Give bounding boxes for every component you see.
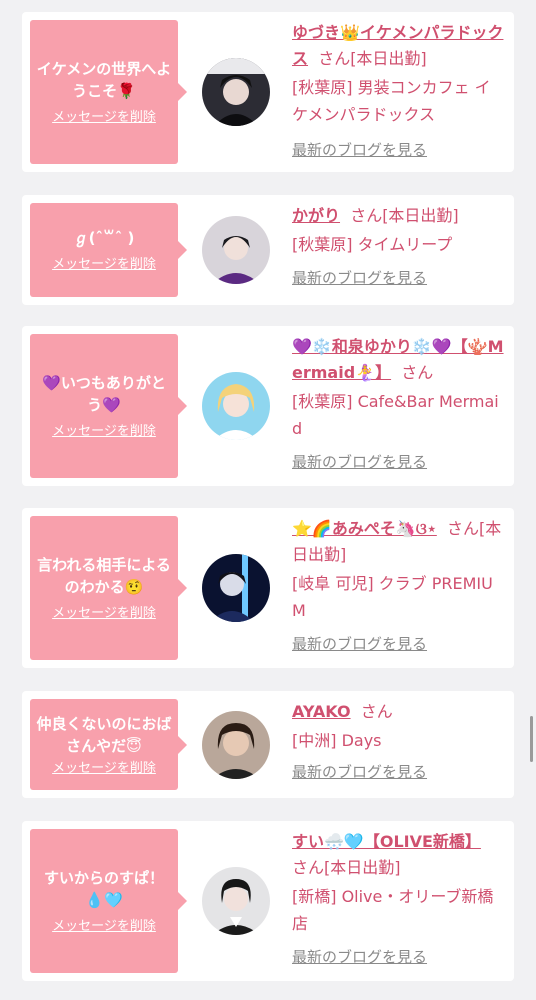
delete-message-link[interactable]: メッセージを削除 <box>52 257 156 273</box>
avatar[interactable] <box>202 711 270 779</box>
latest-blog-link[interactable]: 最新のブログを見る <box>292 762 427 782</box>
cast-info: ゆづき👑イケメンパラドックス さん[本日出勤] [秋葉原] 男装コンカフェ イケ… <box>292 20 504 160</box>
favorite-card: イケメンの世界へようこそ🌹 メッセージを削除 ゆづき👑イケメンパラドックス さん… <box>22 12 514 172</box>
latest-blog-link[interactable]: 最新のブログを見る <box>292 268 427 288</box>
avatar[interactable] <box>202 372 270 440</box>
favorite-card: 💜いつもありがとう💜 メッセージを削除 💜❄️和泉ゆかり❄️💜【🪸Mermaid… <box>22 326 514 486</box>
cast-suffix: さん <box>401 363 434 382</box>
latest-blog-link[interactable]: 最新のブログを見る <box>292 947 427 967</box>
message-text: 💜いつもありがとう💜 <box>42 374 166 414</box>
latest-blog-link[interactable]: 最新のブログを見る <box>292 140 427 160</box>
avatar[interactable] <box>202 867 270 935</box>
shop-text: [秋葉原] Cafe&Bar Mermaid <box>292 392 499 438</box>
delete-message-link[interactable]: メッセージを削除 <box>52 761 156 777</box>
avatar[interactable] <box>202 554 270 622</box>
message-text: 言われる相手によるのわかる🤨 <box>37 556 171 596</box>
shop-text: [秋葉原] タイムリープ <box>292 235 453 254</box>
favorite-card: 仲良くないのにおばさんやだ😇 メッセージを削除 AYAKO さん [中洲] Da… <box>22 691 514 798</box>
cast-info: 💜❄️和泉ゆかり❄️💜【🪸Mermaid🧜‍♀️】 さん [秋葉原] Cafe&… <box>292 334 504 472</box>
avatar[interactable] <box>202 216 270 284</box>
message-bubble: 💜いつもありがとう💜 メッセージを削除 <box>30 334 187 478</box>
message-text: すいからのすぱ！💧🩵 <box>43 869 164 909</box>
cast-name-link[interactable]: 💜❄️和泉ゆかり❄️💜【🪸Mermaid🧜‍♀️】 <box>292 337 504 382</box>
cast-name-link[interactable]: ⭐️🌈あみぺそ🦄ଓ⋆ <box>292 519 437 538</box>
scrollbar[interactable] <box>530 716 533 762</box>
cast-name-link[interactable]: すい🌨️🩵【OLIVE新橋】 <box>292 832 481 851</box>
favorite-card: ℊ(ˆ꒳ˆ ) メッセージを削除 かがり さん[本日出勤] [秋葉原] タイムリ… <box>22 195 514 305</box>
shop-text: [岐阜 可児] クラブ PREMIUM <box>292 574 493 620</box>
message-bubble: イケメンの世界へようこそ🌹 メッセージを削除 <box>30 20 187 164</box>
cast-suffix: さん[本日出勤] <box>292 858 401 877</box>
message-bubble: ℊ(ˆ꒳ˆ ) メッセージを削除 <box>30 203 187 297</box>
delete-message-link[interactable]: メッセージを削除 <box>52 424 156 440</box>
message-text: ℊ(ˆ꒳ˆ ) <box>73 229 135 247</box>
message-bubble: 言われる相手によるのわかる🤨 メッセージを削除 <box>30 516 187 660</box>
delete-message-link[interactable]: メッセージを削除 <box>52 919 156 935</box>
cast-suffix: さん[本日出勤] <box>318 49 427 68</box>
cast-name-link[interactable]: かがり <box>292 206 340 225</box>
cast-info: AYAKO さん [中洲] Days 最新のブログを見る <box>292 699 504 782</box>
latest-blog-link[interactable]: 最新のブログを見る <box>292 452 427 472</box>
delete-message-link[interactable]: メッセージを削除 <box>52 606 156 622</box>
cast-suffix: さん[本日出勤] <box>350 206 459 225</box>
message-text: イケメンの世界へようこそ🌹 <box>36 60 172 100</box>
message-text: 仲良くないのにおばさんやだ😇 <box>36 714 172 755</box>
shop-text: [新橋] Olive・オリーブ新橋店 <box>292 887 494 933</box>
shop-text: [中洲] Days <box>292 731 382 750</box>
avatar[interactable] <box>202 58 270 126</box>
cast-name-link[interactable]: AYAKO <box>292 702 351 721</box>
latest-blog-link[interactable]: 最新のブログを見る <box>292 634 427 654</box>
delete-message-link[interactable]: メッセージを削除 <box>52 110 156 126</box>
shop-text: [秋葉原] 男装コンカフェ イケメンパラドックス <box>292 78 491 124</box>
favorite-card: 言われる相手によるのわかる🤨 メッセージを削除 ⭐️🌈あみぺそ🦄ଓ⋆ さん[本日… <box>22 508 514 668</box>
cast-info: かがり さん[本日出勤] [秋葉原] タイムリープ 最新のブログを見る <box>292 203 504 288</box>
message-bubble: 仲良くないのにおばさんやだ😇 メッセージを削除 <box>30 699 187 790</box>
cast-suffix: さん <box>360 702 393 721</box>
favorite-card: すいからのすぱ！💧🩵 メッセージを削除 すい🌨️🩵【OLIVE新橋】 さん[本日… <box>22 821 514 981</box>
cast-info: すい🌨️🩵【OLIVE新橋】 さん[本日出勤] [新橋] Olive・オリーブ新… <box>292 829 504 967</box>
cast-info: ⭐️🌈あみぺそ🦄ଓ⋆ さん[本日出勤] [岐阜 可児] クラブ PREMIUM … <box>292 516 504 654</box>
message-bubble: すいからのすぱ！💧🩵 メッセージを削除 <box>30 829 187 973</box>
